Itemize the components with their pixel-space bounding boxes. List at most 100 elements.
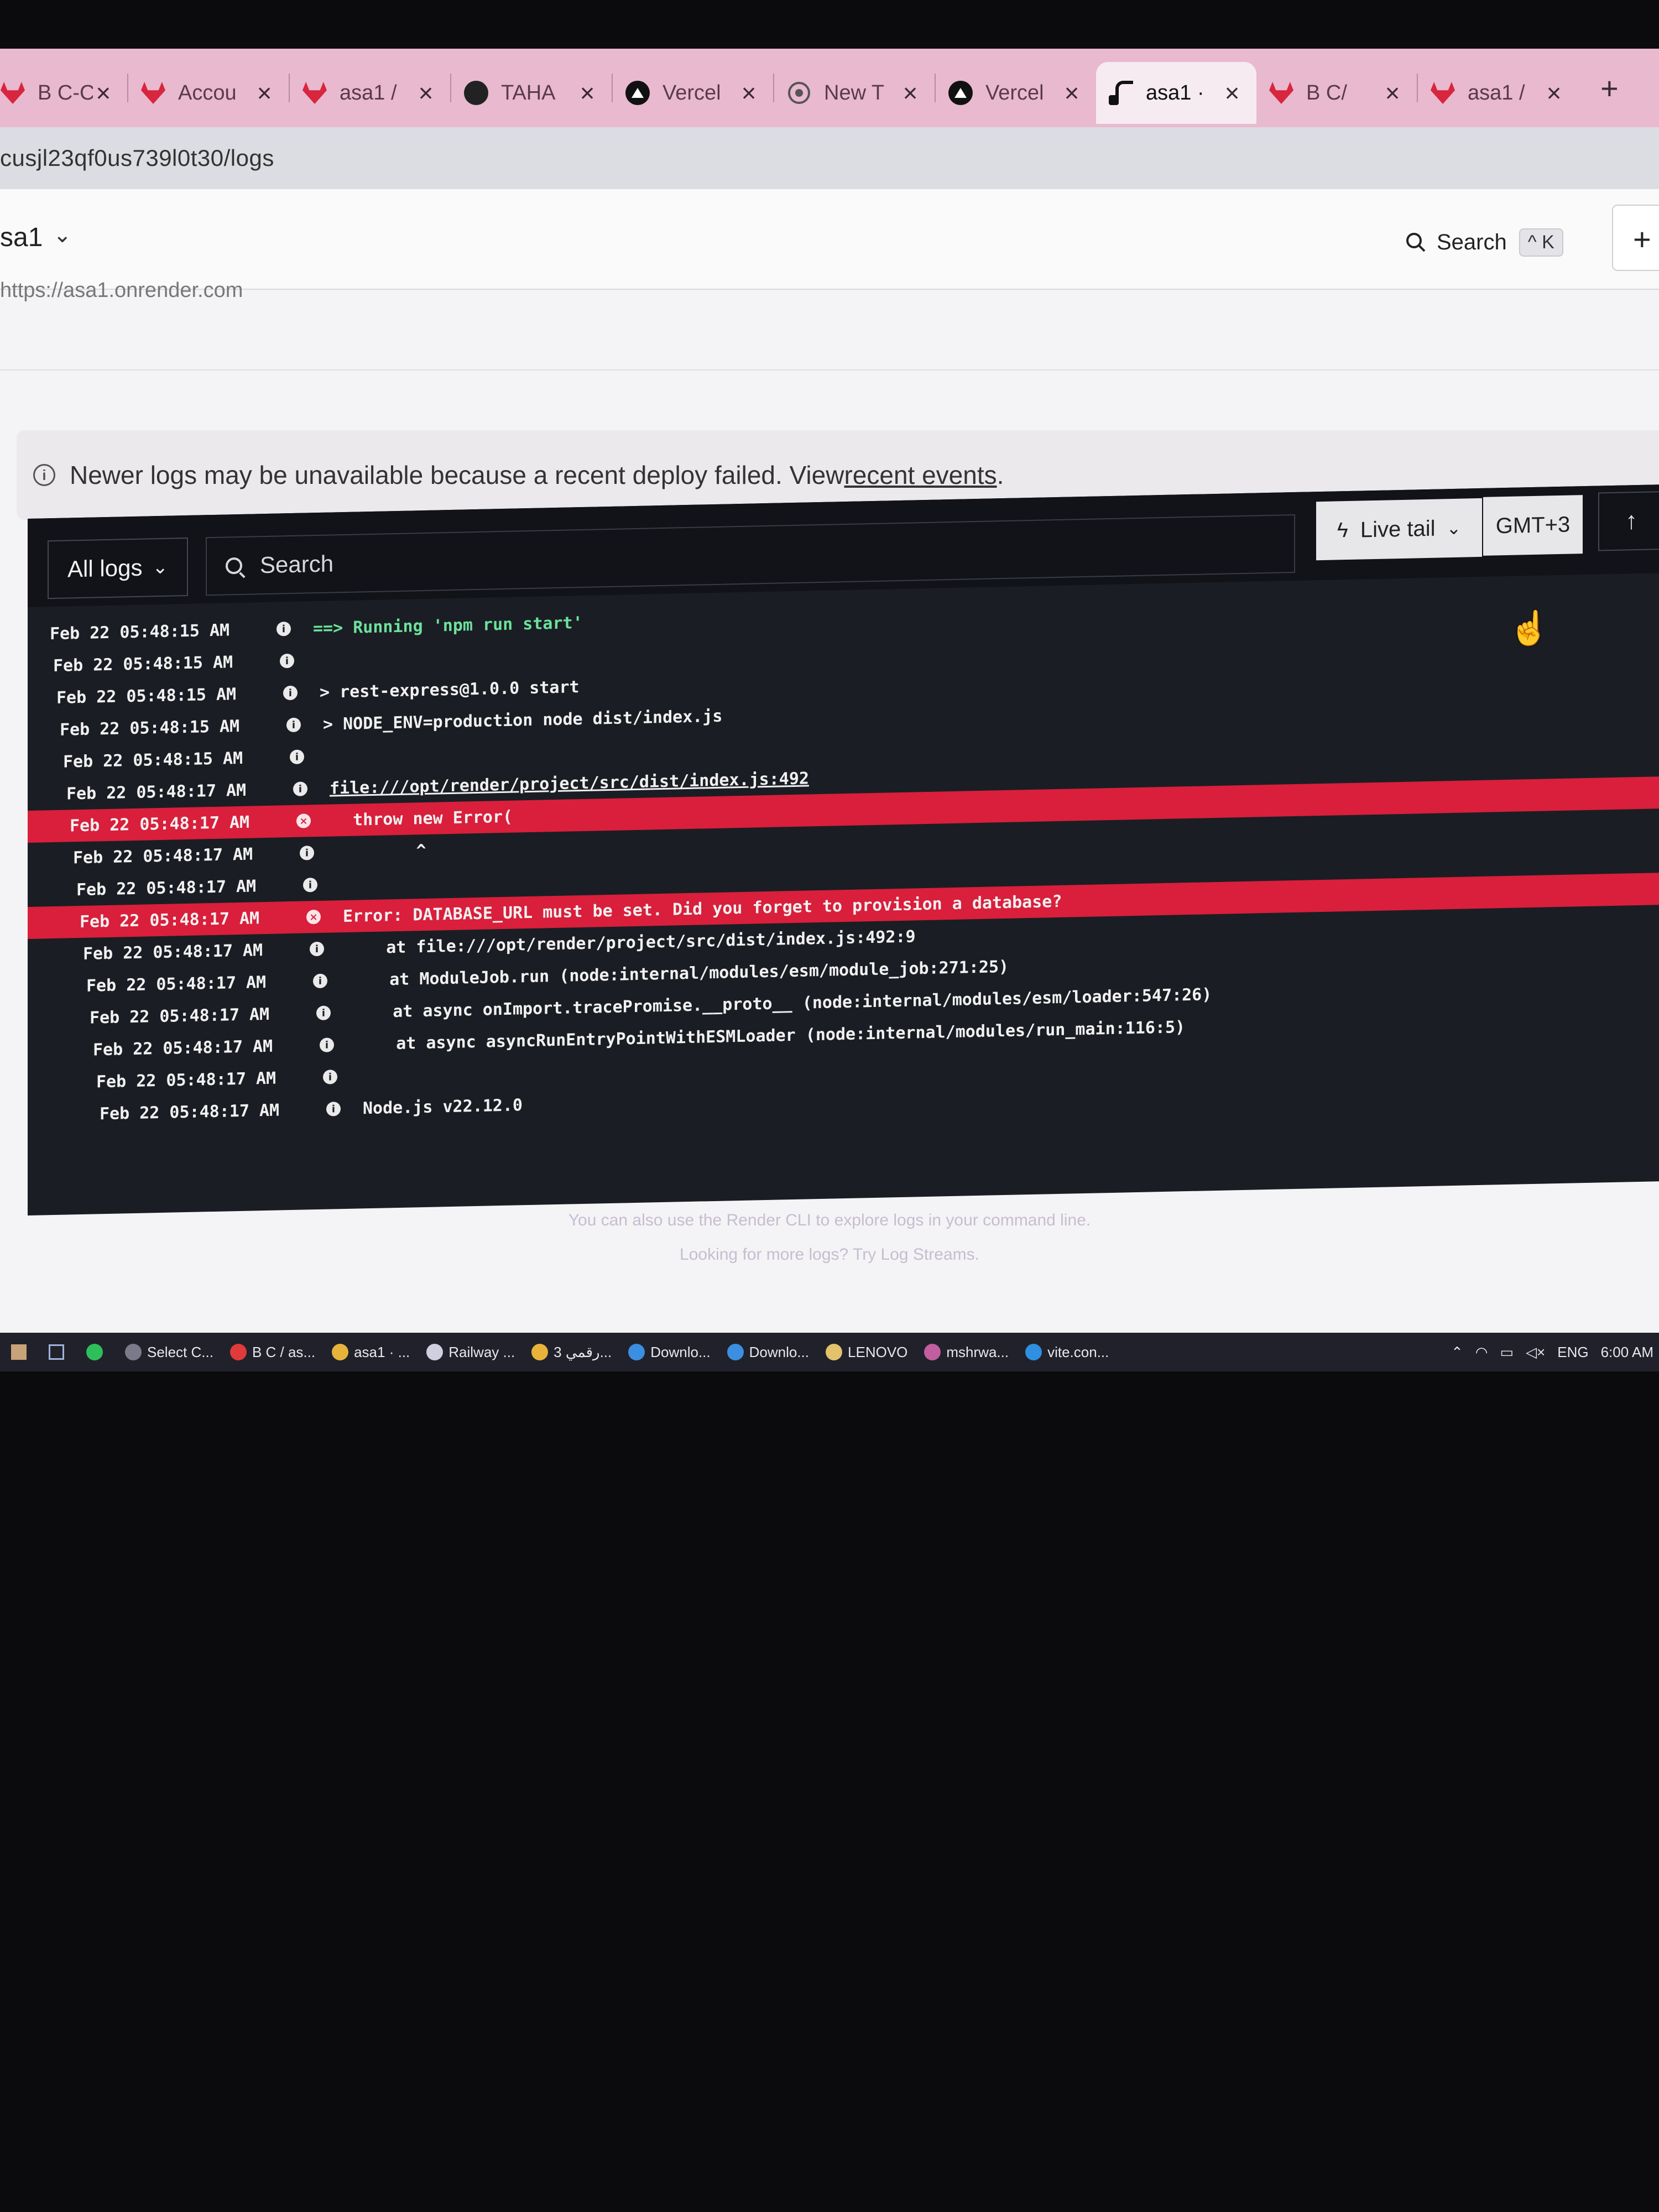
chevron-down-icon: ⌄ xyxy=(152,556,168,578)
info-icon: i xyxy=(323,1070,337,1084)
close-icon[interactable]: × xyxy=(1381,78,1404,108)
browser-tab[interactable]: Vercel × xyxy=(613,62,773,124)
recent-events-link[interactable]: recent events xyxy=(844,460,997,490)
taskbar-item-label: Railway ... xyxy=(448,1343,515,1360)
taskbar-item[interactable]: رقمي 3... xyxy=(531,1344,612,1361)
chevron-up-icon[interactable]: ⌃ xyxy=(1451,1344,1463,1361)
vscode-icon xyxy=(1025,1344,1042,1360)
log-timestamp: Feb 22 05:48:15 AM xyxy=(63,748,243,772)
volume-icon[interactable]: ◁× xyxy=(1526,1344,1545,1361)
tab-label: asa1 / xyxy=(1468,81,1525,105)
log-search-input[interactable]: Search xyxy=(206,514,1295,596)
task-view-icon[interactable] xyxy=(49,1344,70,1360)
info-icon: i xyxy=(313,973,327,989)
battery-icon[interactable]: ▭ xyxy=(1500,1344,1514,1361)
close-icon[interactable]: × xyxy=(738,78,760,108)
folder-icon xyxy=(826,1344,843,1360)
log-timestamp: Feb 22 05:48:17 AM xyxy=(86,972,267,996)
close-icon[interactable]: × xyxy=(1221,78,1243,108)
gitlab-icon xyxy=(1269,80,1294,106)
info-icon: i xyxy=(326,1102,341,1117)
log-timestamp: Feb 22 05:48:17 AM xyxy=(90,1004,270,1028)
browser-tab[interactable]: asa1 · × xyxy=(1096,62,1256,124)
taskbar-item[interactable]: Downlo... xyxy=(727,1344,809,1361)
tab-label: Accou xyxy=(178,81,237,105)
new-button[interactable]: + xyxy=(1612,205,1659,271)
browser-tab[interactable]: Accou × xyxy=(128,62,289,124)
taskbar-item[interactable]: Downlo... xyxy=(628,1344,711,1361)
service-name[interactable]: sa1 xyxy=(0,222,43,253)
browser-tab[interactable]: New T × xyxy=(774,62,935,124)
browser-tab[interactable]: asa1 / × xyxy=(290,62,450,124)
log-timestamp: Feb 22 05:48:17 AM xyxy=(76,876,257,900)
address-url[interactable]: cusjl23qf0us739l0t30/logs xyxy=(0,145,274,171)
taskbar-item[interactable]: Railway ... xyxy=(426,1344,515,1361)
whatsapp-icon[interactable] xyxy=(86,1344,108,1360)
close-icon[interactable]: × xyxy=(93,78,114,108)
live-tail-button[interactable]: ϟ Live tail ⌄ xyxy=(1316,498,1482,561)
info-icon: i xyxy=(293,781,307,796)
info-icon: i xyxy=(320,1037,334,1052)
taskbar-item[interactable]: vite.con... xyxy=(1025,1344,1109,1361)
log-message[interactable]: file:///opt/render/project/src/dist/inde… xyxy=(330,769,809,798)
close-icon[interactable]: × xyxy=(253,78,275,108)
language-indicator[interactable]: ENG xyxy=(1557,1344,1588,1361)
browser-tab[interactable]: B C-C × xyxy=(0,62,127,124)
log-filter-dropdown[interactable]: All logs ⌄ xyxy=(48,537,188,599)
log-timestamp: Feb 22 05:48:15 AM xyxy=(50,620,230,644)
service-url[interactable]: https://asa1.onrender.com xyxy=(0,279,243,302)
log-message: ==> Running 'npm run start' xyxy=(313,613,583,638)
log-timestamp: Feb 22 05:48:17 AM xyxy=(70,812,250,836)
taskbar-item[interactable]: asa1 · ... xyxy=(332,1344,410,1361)
lightning-icon: ϟ xyxy=(1337,518,1348,542)
taskbar-item[interactable]: LENOVO xyxy=(826,1344,907,1361)
browser-tab[interactable]: asa1 / × xyxy=(1418,62,1578,124)
gitlab-icon xyxy=(302,80,327,106)
close-icon[interactable]: × xyxy=(1061,78,1083,108)
taskbar-item-label: asa1 · ... xyxy=(354,1343,410,1360)
wifi-icon[interactable]: ◠ xyxy=(1475,1344,1488,1361)
download-icon xyxy=(628,1344,645,1360)
address-bar[interactable]: cusjl23qf0us739l0t30/logs xyxy=(0,127,1659,189)
close-icon[interactable]: × xyxy=(415,78,437,108)
log-message: > NODE_ENV=production node dist/index.js xyxy=(323,706,723,734)
start-icon[interactable] xyxy=(11,1344,32,1360)
gitlab-icon xyxy=(0,80,25,106)
browser-tab[interactable]: B C/ × xyxy=(1256,62,1417,124)
log-message: Node.js v22.12.0 xyxy=(363,1095,523,1118)
browser-tab[interactable]: TAHA × xyxy=(451,62,612,124)
tab-label: Vercel xyxy=(985,81,1044,105)
log-timestamp: Feb 22 05:48:17 AM xyxy=(80,908,260,932)
gitlab-icon xyxy=(1430,80,1455,106)
log-viewer: All logs ⌄ Search ϟ Live tail ⌄ GMT+3 ↑ … xyxy=(28,484,1659,1215)
log-timestamp: Feb 22 05:48:15 AM xyxy=(53,652,233,676)
taskbar-item[interactable]: mshrwa... xyxy=(924,1344,1009,1361)
notice-text: Newer logs may be unavailable because a … xyxy=(70,461,844,489)
clock[interactable]: 6:00 AM xyxy=(1601,1344,1653,1361)
taskbar-item[interactable]: Select C... xyxy=(125,1344,213,1361)
vercel-icon xyxy=(625,80,650,106)
tab-label: TAHA xyxy=(501,81,556,105)
chevron-down-icon[interactable]: ⌄ xyxy=(53,222,72,248)
tab-label: asa1 / xyxy=(340,81,397,105)
download-icon xyxy=(727,1344,744,1360)
notice-suffix: . xyxy=(997,461,1004,489)
log-timestamp: Feb 22 05:48:17 AM xyxy=(100,1100,280,1124)
close-icon[interactable]: × xyxy=(576,78,598,108)
close-icon[interactable]: × xyxy=(1543,78,1565,108)
new-tab-button[interactable]: + xyxy=(1600,70,1619,106)
log-filter-label: All logs xyxy=(67,554,143,582)
scroll-top-button[interactable]: ↑ xyxy=(1598,491,1659,551)
taskbar-item-label: Downlo... xyxy=(749,1343,810,1360)
log-message: at file:///opt/render/project/src/dist/i… xyxy=(346,926,916,958)
global-search-button[interactable]: Search ^ K xyxy=(1405,221,1563,263)
taskbar-item[interactable]: B C / as... xyxy=(229,1343,316,1361)
render-cli-hint: You can also use the Render CLI to explo… xyxy=(568,1211,1091,1229)
timezone-button[interactable]: GMT+3 xyxy=(1483,495,1583,556)
taskbar-item-label: vite.con... xyxy=(1047,1343,1109,1360)
info-icon: i xyxy=(310,941,324,957)
chevron-down-icon: ⌄ xyxy=(1446,518,1462,539)
taskbar-item-label: B C / as... xyxy=(252,1343,316,1360)
browser-tab[interactable]: Vercel × xyxy=(936,62,1096,124)
close-icon[interactable]: × xyxy=(899,78,921,108)
